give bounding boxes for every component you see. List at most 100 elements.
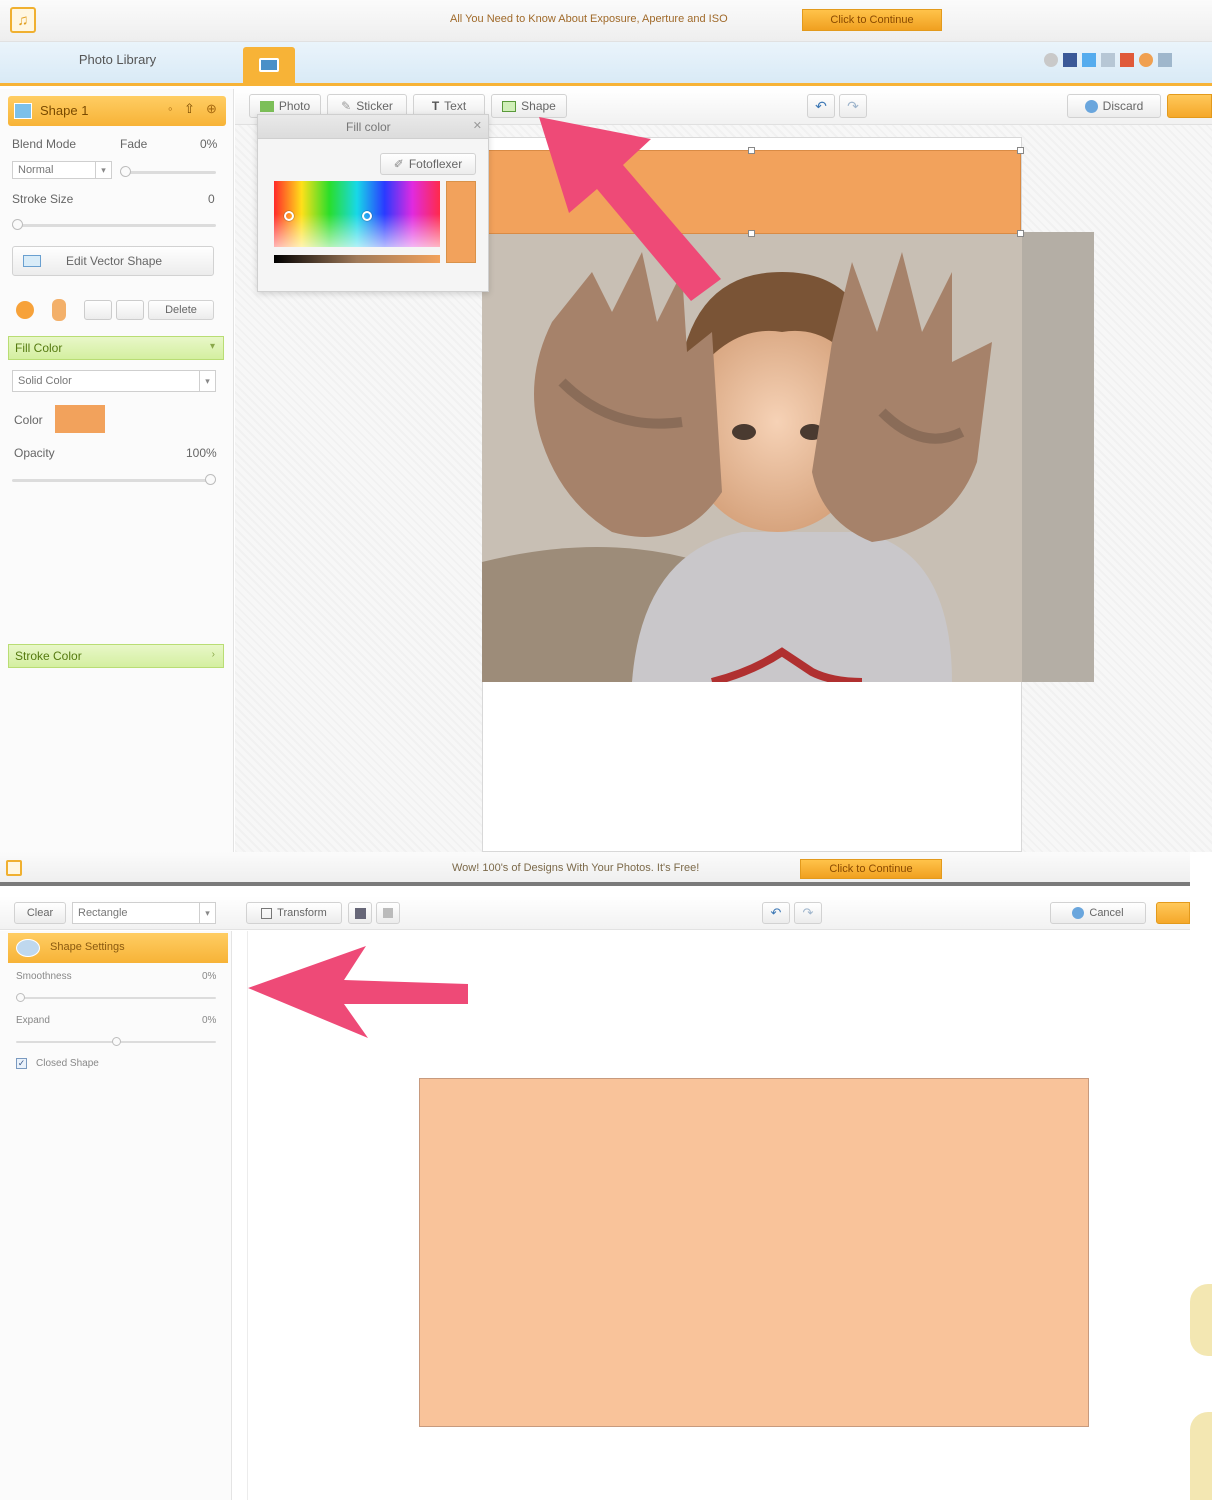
fade-label: Fade [120, 137, 148, 151]
smoothness-value: 0% [202, 971, 217, 982]
layer-visibility-icon[interactable]: ◦ [168, 101, 173, 116]
discard-button[interactable]: Discard [1067, 94, 1161, 118]
delete-button[interactable]: Delete [148, 300, 214, 320]
slider-knob[interactable] [205, 474, 216, 485]
twitter-icon[interactable] [1082, 53, 1096, 67]
color-spectrum[interactable] [274, 181, 440, 247]
layer-lock-icon[interactable]: ⊕ [206, 101, 217, 117]
eyedropper-icon: ✐ [393, 157, 404, 171]
undo-icon: ↶ [815, 97, 827, 114]
fill-color-section[interactable]: Fill Color ▾ [8, 336, 224, 360]
copy-button[interactable] [348, 902, 372, 924]
undo-button[interactable]: ↶ [807, 94, 835, 118]
camera-icon[interactable] [1139, 53, 1153, 67]
flip-vertical-icon[interactable] [116, 300, 144, 320]
bottom-ad-text[interactable]: Wow! 100's of Designs With Your Photos. … [452, 862, 699, 874]
transform-icon [261, 907, 273, 919]
fade-slider[interactable] [120, 166, 216, 177]
bottom-ad-continue-button[interactable]: Click to Continue [800, 859, 942, 879]
layer-up-icon[interactable]: ⇧ [184, 101, 195, 117]
picker-cursor[interactable] [284, 211, 294, 221]
layer-header[interactable]: Shape 1 ◦ ⇧ ⊕ [8, 96, 226, 126]
facebook-icon[interactable] [1063, 53, 1077, 67]
google-icon[interactable] [1120, 53, 1134, 67]
expand-slider[interactable] [16, 1037, 216, 1046]
email-icon[interactable] [1101, 53, 1115, 67]
cancel-button[interactable]: Cancel [1050, 902, 1146, 924]
opacity-slider[interactable] [12, 474, 216, 485]
blend-mode-select[interactable]: Normal ▾ [12, 161, 112, 179]
closed-shape-checkbox[interactable]: ✓ [16, 1058, 27, 1069]
fill-color-swatch[interactable] [55, 405, 105, 433]
smoothness-slider[interactable] [16, 993, 216, 1002]
chevron-down-icon: ▾ [199, 903, 215, 923]
bring-forward-icon[interactable] [16, 301, 34, 319]
resize-handle[interactable] [1017, 147, 1024, 154]
more-icon[interactable] [1158, 53, 1172, 67]
flip-horizontal-icon[interactable] [84, 300, 112, 320]
transform-button[interactable]: Transform [246, 902, 342, 924]
fill-type-value: Solid Color [18, 375, 72, 387]
photo-icon [259, 100, 274, 112]
chevron-down-icon: ▾ [199, 371, 215, 391]
save-button[interactable] [1167, 94, 1212, 118]
layer-tools-row: Delete [12, 296, 216, 324]
redo-icon: ↷ [847, 97, 859, 114]
eyedropper-button[interactable]: ✐ Fotoflexer [380, 153, 476, 175]
send-backward-icon[interactable] [52, 299, 66, 321]
fill-type-select[interactable]: Solid Color ▾ [12, 370, 216, 392]
smoothness-label: Smoothness [16, 971, 72, 982]
close-icon[interactable]: ✕ [473, 119, 482, 132]
image-editor-icon [259, 58, 279, 72]
photo-library-tab[interactable]: Photo Library [0, 52, 235, 67]
undo-button[interactable]: ↶ [762, 902, 790, 924]
annotation-arrow-icon [248, 946, 468, 1038]
current-color-swatch [446, 181, 476, 263]
sticker-tool-label: Sticker [356, 99, 393, 113]
eyedropper-label: Fotoflexer [408, 157, 463, 171]
redo-button[interactable]: ↷ [794, 902, 822, 924]
slider-knob[interactable] [12, 219, 23, 230]
clear-button[interactable]: Clear [14, 902, 66, 924]
edit-vector-shape-button[interactable]: Edit Vector Shape [12, 246, 214, 276]
editor-tab[interactable] [243, 47, 295, 83]
bottom-screenshot: Wow! 100's of Designs With Your Photos. … [0, 852, 1212, 1500]
paste-button[interactable] [376, 902, 400, 924]
stroke-size-label: Stroke Size [12, 192, 74, 206]
expand-value: 0% [202, 1015, 217, 1026]
share-icons [1044, 53, 1172, 67]
slider-knob[interactable] [112, 1037, 121, 1046]
chevron-down-icon: ▾ [209, 341, 215, 352]
top-editor-area: Photo ✎ Sticker T Text Shape ↶ ↷ Discard [235, 89, 1212, 852]
fill-color-popup: Fill color ✕ ✐ Fotoflexer [257, 114, 489, 292]
stroke-color-section[interactable]: Stroke Color › [8, 644, 224, 668]
ad-continue-button[interactable]: Click to Continue [802, 9, 942, 31]
popup-title: Fill color [346, 120, 391, 134]
paste-icon [383, 908, 393, 918]
slider-knob[interactable] [120, 166, 131, 177]
settings-share-icon[interactable] [1044, 53, 1058, 67]
apply-button[interactable] [1156, 902, 1190, 924]
resize-handle[interactable] [1017, 230, 1024, 237]
top-tab-bar: Photo Library [0, 42, 1212, 86]
fill-color-section-title: Fill Color [15, 341, 63, 355]
picker-cursor[interactable] [362, 211, 372, 221]
resize-handle[interactable] [748, 147, 755, 154]
shape-layer-icon [14, 103, 32, 119]
drawn-rectangle-shape[interactable] [419, 1078, 1089, 1427]
ad-text[interactable]: All You Need to Know About Exposure, Ape… [450, 13, 728, 25]
stroke-size-slider[interactable] [12, 219, 216, 230]
redo-button[interactable]: ↷ [839, 94, 867, 118]
shape-type-select[interactable]: Rectangle ▾ [72, 902, 216, 924]
photo-tool-label: Photo [278, 99, 311, 113]
top-left-panel: Shape 1 ◦ ⇧ ⊕ Blend Mode Fade 0% Normal … [0, 89, 234, 852]
shape-settings-header[interactable]: Shape Settings [8, 933, 228, 963]
vector-shape-icon [23, 255, 41, 267]
brightness-bar[interactable] [274, 255, 440, 263]
cancel-label: Cancel [1089, 907, 1124, 919]
opacity-value: 100% [186, 446, 217, 460]
decorative-yellow-shape [1190, 1284, 1212, 1356]
resize-handle[interactable] [748, 230, 755, 237]
cancel-icon [1072, 907, 1085, 919]
slider-knob[interactable] [16, 993, 25, 1002]
